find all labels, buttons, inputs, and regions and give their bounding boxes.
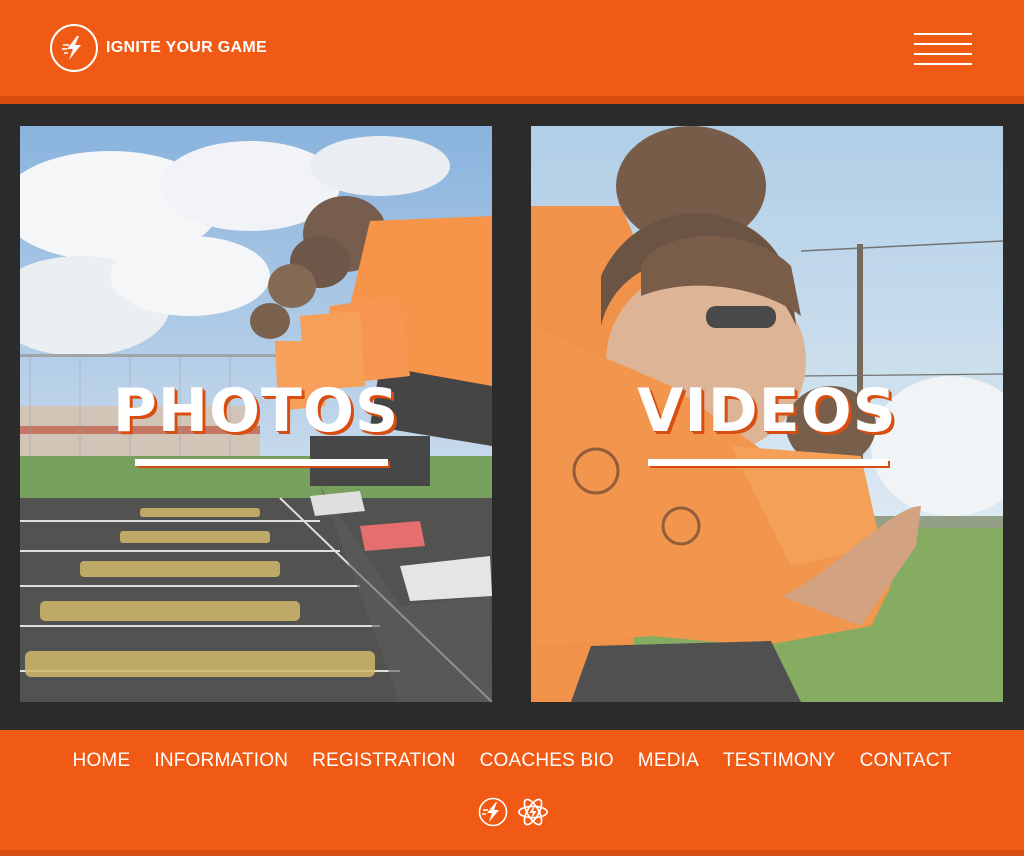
- videos-panel[interactable]: VIDEOS: [531, 126, 1003, 702]
- hamburger-menu-icon[interactable]: [914, 30, 972, 66]
- photos-title: PHOTOS: [112, 376, 400, 446]
- footer-link-coaches-bio[interactable]: COACHES BIO: [480, 750, 614, 772]
- site-header: IGNITE YOUR GAME: [0, 0, 1024, 96]
- lightning-circle-icon[interactable]: [477, 796, 509, 828]
- videos-underline: [648, 459, 888, 466]
- site-footer: HOME INFORMATION REGISTRATION COACHES BI…: [0, 730, 1024, 856]
- footer-bottom-band: [0, 850, 1024, 856]
- footer-icons: [477, 796, 549, 828]
- videos-title: VIDEOS: [637, 376, 897, 446]
- footer-nav: HOME INFORMATION REGISTRATION COACHES BI…: [0, 750, 1024, 772]
- atom-bolt-icon[interactable]: [517, 796, 549, 828]
- footer-link-information[interactable]: INFORMATION: [154, 750, 288, 772]
- header-divider: [0, 96, 1024, 104]
- site-logo[interactable]: IGNITE YOUR GAME: [50, 24, 267, 72]
- footer-link-testimony[interactable]: TESTIMONY: [723, 750, 836, 772]
- photos-panel[interactable]: PHOTOS: [20, 126, 492, 702]
- footer-link-registration[interactable]: REGISTRATION: [312, 750, 456, 772]
- lightning-circle-icon: [50, 24, 98, 72]
- footer-link-media[interactable]: MEDIA: [638, 750, 699, 772]
- footer-link-contact[interactable]: CONTACT: [860, 750, 952, 772]
- footer-link-home[interactable]: HOME: [73, 750, 131, 772]
- site-name: IGNITE YOUR GAME: [106, 39, 267, 56]
- photos-underline: [135, 459, 388, 466]
